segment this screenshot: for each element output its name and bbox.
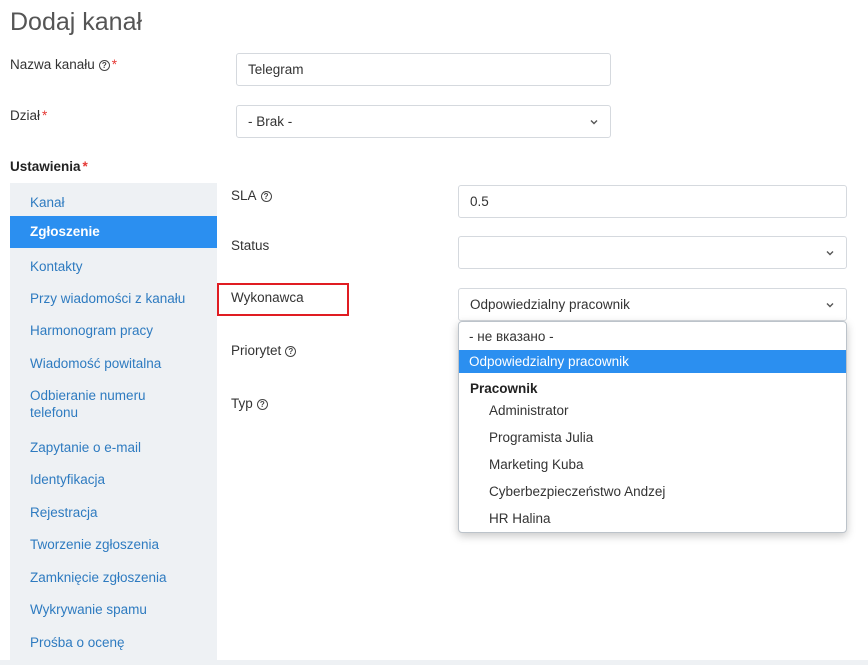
sidebar-item-zapytanie-email[interactable]: Zapytanie o e-mail (10, 439, 217, 456)
sla-label: SLA? (231, 188, 272, 203)
sidebar-item-rejestracja[interactable]: Rejestracja (10, 504, 217, 521)
required-marker: * (42, 108, 48, 123)
settings-title-text: Ustawienia (10, 159, 81, 174)
channel-name-label-text: Nazwa kanału (10, 57, 95, 72)
sidebar-item-kontakty[interactable]: Kontakty (10, 258, 217, 275)
dropdown-option-not-specified[interactable]: - не вказано - (459, 327, 846, 347)
dropdown-option-programista-julia[interactable]: Programista Julia (459, 428, 846, 448)
sidebar-item-wiadomosc-powitalna[interactable]: Wiadomość powitalna (10, 355, 217, 372)
sidebar-item-przy-wiadomosci[interactable]: Przy wiadomości z kanału (10, 290, 217, 307)
required-marker: * (82, 159, 88, 174)
channel-name-label: Nazwa kanału? * (10, 57, 117, 72)
department-label-text: Dział (10, 108, 41, 123)
priority-label: Priorytet? (231, 343, 297, 358)
assignee-select[interactable]: Odpowiedzialny pracownik (458, 288, 847, 321)
sidebar-item-identyfikacja[interactable]: Identyfikacja (10, 471, 217, 488)
required-marker: * (111, 57, 118, 72)
assignee-dropdown: - не вказано - Odpowiedzialny pracownik … (458, 321, 847, 533)
sidebar-item-wykrywanie-spamu[interactable]: Wykrywanie spamu (10, 601, 217, 618)
sidebar-item-zamkniecie-zgloszenia[interactable]: Zamknięcie zgłoszenia (10, 569, 217, 586)
settings-title: Ustawienia * (10, 159, 88, 174)
channel-name-input[interactable] (236, 53, 611, 86)
sidebar-item-tworzenie-zgloszenia[interactable]: Tworzenie zgłoszenia (10, 536, 217, 553)
bottom-divider (0, 660, 868, 665)
help-icon[interactable]: ? (98, 60, 110, 71)
chevron-down-icon (590, 119, 598, 124)
chevron-down-icon (826, 302, 834, 307)
department-label: Dział * (10, 108, 47, 123)
type-label-text: Typ (231, 396, 253, 411)
sla-input[interactable] (458, 185, 847, 218)
department-select[interactable]: - Brak - (236, 105, 611, 138)
priority-label-text: Priorytet (231, 343, 282, 358)
dropdown-option-cyberbezpieczenstwo-andzej[interactable]: Cyberbezpieczeństwo Andzej (459, 482, 846, 502)
settings-sidebar: Kanał Zgłoszenie Kontakty Przy wiadomośc… (10, 183, 217, 660)
page-title: Dodaj kanał (10, 8, 143, 36)
dropdown-option-responsible-employee[interactable]: Odpowiedzialny pracownik (459, 350, 846, 373)
status-label: Status (231, 238, 270, 253)
status-select[interactable] (458, 236, 847, 269)
sidebar-item-odbieranie-numeru[interactable]: Odbieranie numeru telefonu (10, 387, 180, 421)
dropdown-group-pracownik: Pracownik (470, 381, 538, 396)
dropdown-option-marketing-kuba[interactable]: Marketing Kuba (459, 455, 846, 475)
help-icon[interactable]: ? (285, 346, 297, 357)
dropdown-option-administrator[interactable]: Administrator (459, 401, 846, 421)
sidebar-item-prosba-o-ocene[interactable]: Prośba o ocenę (10, 634, 217, 651)
assignee-label-highlight (217, 283, 349, 316)
help-icon[interactable]: ? (260, 191, 272, 202)
sidebar-item-harmonogram[interactable]: Harmonogram pracy (10, 322, 217, 339)
type-label: Typ? (231, 396, 268, 411)
sidebar-item-kanal[interactable]: Kanał (10, 194, 217, 211)
chevron-down-icon (826, 250, 834, 255)
dropdown-option-hr-halina[interactable]: HR Halina (459, 509, 846, 529)
assignee-select-value: Odpowiedzialny pracownik (470, 297, 630, 312)
help-icon[interactable]: ? (256, 399, 268, 410)
sidebar-item-zgloszenie[interactable]: Zgłoszenie (10, 216, 217, 248)
department-select-value: - Brak - (248, 114, 293, 129)
sla-label-text: SLA (231, 188, 257, 203)
